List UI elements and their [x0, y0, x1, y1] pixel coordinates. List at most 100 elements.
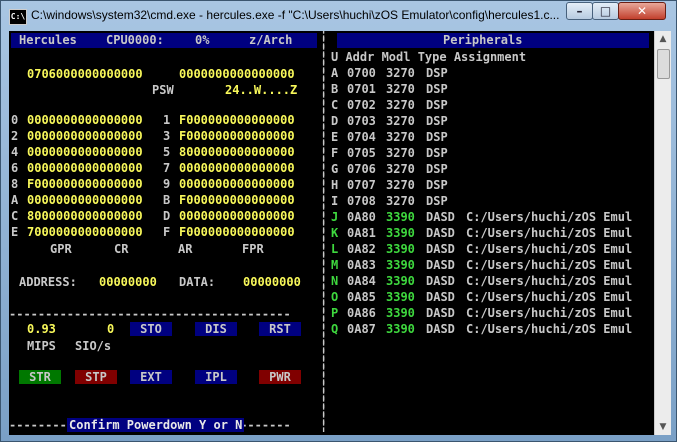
- device-type: DASD: [426, 290, 455, 304]
- psw-label: PSW: [152, 83, 174, 97]
- stp-button[interactable]: STP: [75, 370, 117, 384]
- register-number: 2: [11, 129, 19, 143]
- register-value: 0000000000000000: [27, 145, 143, 159]
- device-model: 3390: [386, 322, 415, 336]
- device-type: DSP: [426, 194, 448, 208]
- ext-button[interactable]: EXT: [130, 370, 172, 384]
- device-assignment: C:/Users/huchi/zOS Emul: [466, 226, 633, 240]
- register-number: 5: [163, 145, 171, 159]
- minimize-button[interactable]: –: [566, 2, 593, 20]
- device-unit: A: [331, 66, 339, 80]
- register-number: B: [163, 193, 171, 207]
- scroll-thumb[interactable]: [657, 49, 670, 79]
- close-button[interactable]: ✕: [618, 2, 666, 20]
- register-number: 1: [163, 113, 171, 127]
- register-number: D: [163, 209, 171, 223]
- device-model: 3270: [386, 130, 415, 144]
- tab-ar[interactable]: AR: [178, 242, 192, 256]
- devices-column-header: U Addr Modl Type Assignment: [331, 50, 527, 64]
- device-type: DSP: [426, 146, 448, 160]
- device-model: 3390: [386, 242, 415, 256]
- psw-flags: 24..W....Z: [225, 83, 298, 97]
- device-address: 0A84: [347, 274, 376, 288]
- device-type: DASD: [426, 258, 455, 272]
- scroll-down-arrow-icon[interactable]: ▼: [655, 419, 671, 435]
- device-unit: D: [331, 114, 339, 128]
- device-address: 0705: [347, 146, 376, 160]
- data-label: DATA:: [179, 275, 216, 289]
- device-assignment: C:/Users/huchi/zOS Emul: [466, 306, 633, 320]
- address-label: ADDRESS:: [19, 275, 77, 289]
- cmd-icon: C:\: [9, 9, 27, 25]
- maximize-button[interactable]: □: [592, 2, 619, 20]
- device-type: DASD: [426, 306, 455, 320]
- tab-gpr[interactable]: GPR: [50, 242, 72, 256]
- register-number: C: [11, 209, 19, 223]
- psw-word-1: 0706000000000000: [27, 67, 143, 81]
- address-field[interactable]: 00000000: [99, 275, 157, 289]
- device-address: 0702: [347, 98, 376, 112]
- device-model: 3390: [386, 306, 415, 320]
- register-value: F000000000000000: [179, 129, 295, 143]
- rst-button[interactable]: RST: [259, 322, 301, 336]
- window-title: C:\windows\system32\cmd.exe - hercules.e…: [31, 8, 559, 22]
- data-field[interactable]: 00000000: [243, 275, 301, 289]
- console-window: C:\ C:\windows\system32\cmd.exe - hercul…: [0, 0, 677, 442]
- dis-button[interactable]: DIS: [195, 322, 237, 336]
- device-model: 3270: [386, 178, 415, 192]
- register-value: 0000000000000000: [179, 161, 295, 175]
- device-assignment: C:/Users/huchi/zOS Emul: [466, 242, 633, 256]
- device-address: 0A87: [347, 322, 376, 336]
- device-assignment: C:/Users/huchi/zOS Emul: [466, 210, 633, 224]
- device-address: 0A83: [347, 258, 376, 272]
- register-number: 8: [11, 177, 19, 191]
- register-value: 0000000000000000: [179, 209, 295, 223]
- device-unit: G: [331, 162, 339, 176]
- mips-label: MIPS: [27, 339, 56, 353]
- device-address: 0703: [347, 114, 376, 128]
- device-unit: O: [331, 290, 339, 304]
- device-unit: Q: [331, 322, 339, 336]
- device-type: DSP: [426, 114, 448, 128]
- str-button[interactable]: STR: [19, 370, 61, 384]
- arch-mode: z/Arch: [249, 33, 293, 47]
- register-value: 0000000000000000: [27, 113, 143, 127]
- sios-value: 0: [107, 322, 115, 336]
- register-number: 4: [11, 145, 19, 159]
- hercules-label: Hercules: [19, 33, 77, 47]
- device-address: 0A82: [347, 242, 376, 256]
- hercules-console[interactable]: Hercules CPU0000: 0% z/Arch 070600000000…: [9, 31, 654, 435]
- register-number: 6: [11, 161, 19, 175]
- pwr-button[interactable]: PWR: [259, 370, 301, 384]
- cpu-percent: 0%: [195, 33, 210, 47]
- tab-fpr[interactable]: FPR: [242, 242, 264, 256]
- register-value: 8000000000000000: [27, 209, 143, 223]
- device-unit: N: [331, 274, 339, 288]
- vertical-scrollbar[interactable]: ▲ ▼: [654, 31, 671, 435]
- device-type: DSP: [426, 130, 448, 144]
- device-unit: B: [331, 82, 339, 96]
- device-unit: M: [331, 258, 339, 272]
- device-unit: L: [331, 242, 339, 256]
- device-type: DSP: [426, 82, 448, 96]
- tab-cr[interactable]: CR: [114, 242, 128, 256]
- device-type: DASD: [426, 210, 455, 224]
- device-model: 3270: [386, 194, 415, 208]
- device-unit: F: [331, 146, 339, 160]
- device-type: DSP: [426, 162, 448, 176]
- title-bar[interactable]: C:\ C:\windows\system32\cmd.exe - hercul…: [1, 1, 677, 31]
- device-model: 3390: [386, 274, 415, 288]
- device-model: 3390: [386, 210, 415, 224]
- device-model: 3270: [386, 162, 415, 176]
- device-unit: E: [331, 130, 339, 144]
- device-type: DSP: [426, 98, 448, 112]
- register-value: F000000000000000: [27, 177, 143, 191]
- register-value: 0000000000000000: [27, 129, 143, 143]
- device-type: DASD: [426, 242, 455, 256]
- scroll-up-arrow-icon[interactable]: ▲: [655, 31, 671, 47]
- register-value: 8000000000000000: [179, 145, 295, 159]
- device-unit: K: [331, 226, 339, 240]
- panel-divider-line: ---------------------------------------: [9, 307, 291, 321]
- ipl-button[interactable]: IPL: [195, 370, 237, 384]
- sto-button[interactable]: STO: [130, 322, 172, 336]
